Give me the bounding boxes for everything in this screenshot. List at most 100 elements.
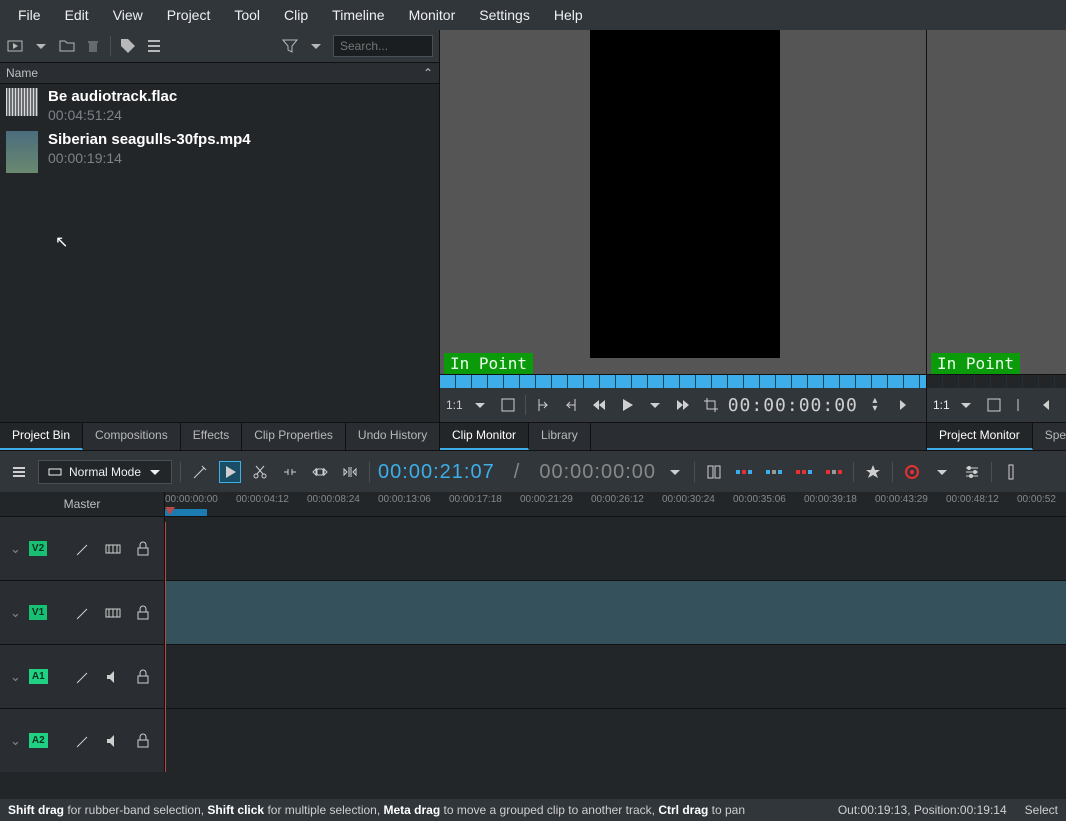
menu-timeline[interactable]: Timeline (320, 3, 396, 27)
effects-icon[interactable] (72, 730, 94, 752)
chevron-down-icon[interactable] (956, 394, 978, 416)
mute-icon[interactable] (102, 730, 124, 752)
lock-icon[interactable] (132, 730, 154, 752)
search-input[interactable] (333, 35, 433, 57)
bin-column-header[interactable]: Name ⌃ (0, 62, 439, 84)
chevron-down-icon[interactable] (32, 37, 50, 55)
track-menu-icon[interactable] (8, 461, 30, 483)
magic-wand-icon[interactable] (189, 461, 211, 483)
ripple-tool-icon[interactable] (339, 461, 361, 483)
rewind-icon[interactable] (588, 394, 610, 416)
tab-project-monitor[interactable]: Project Monitor (927, 423, 1033, 450)
monitor-ruler[interactable] (927, 374, 1066, 388)
chevron-down-icon[interactable] (469, 394, 491, 416)
playhead-marker[interactable] (165, 507, 175, 515)
lock-icon[interactable] (132, 602, 154, 624)
tab-effects[interactable]: Effects (181, 423, 242, 450)
chevron-down-icon[interactable] (664, 461, 686, 483)
bin-item[interactable]: Be audiotrack.flac 00:04:51:24 (0, 84, 439, 127)
lock-icon[interactable] (132, 538, 154, 560)
tab-clip-properties[interactable]: Clip Properties (242, 423, 346, 450)
razor-tool-icon[interactable] (249, 461, 271, 483)
monitor-ruler[interactable] (440, 374, 926, 388)
favorite-icon[interactable] (862, 461, 884, 483)
effects-icon[interactable] (72, 538, 94, 560)
set-in-icon[interactable] (532, 394, 554, 416)
lift-zone-icon[interactable] (823, 461, 845, 483)
crop-icon[interactable] (700, 394, 722, 416)
effects-icon[interactable] (72, 602, 94, 624)
menu-project[interactable]: Project (155, 3, 223, 27)
extract-zone-icon[interactable] (793, 461, 815, 483)
chevron-down-icon[interactable]: ⌄ (10, 669, 21, 685)
spacer-tool-icon[interactable] (279, 461, 301, 483)
chevron-down-icon[interactable]: ⌄ (10, 541, 21, 557)
set-out-icon[interactable] (560, 394, 582, 416)
edit-mode-dropdown[interactable]: Normal Mode (38, 460, 172, 484)
play-icon[interactable] (616, 394, 638, 416)
timeline-ruler[interactable]: 00:00:00:0000:00:04:1200:00:08:2400:00:1… (165, 492, 1066, 516)
slip-tool-icon[interactable] (309, 461, 331, 483)
filter-icon[interactable] (281, 37, 299, 55)
menu-view[interactable]: View (101, 3, 155, 27)
tag-icon[interactable] (119, 37, 137, 55)
track-lane[interactable] (165, 709, 1066, 772)
track-head[interactable]: ⌄ A2 (0, 709, 165, 772)
more-icon[interactable] (892, 394, 914, 416)
track-head[interactable]: ⌄ A1 (0, 645, 165, 708)
add-clip-icon[interactable] (6, 37, 24, 55)
chevron-down-icon[interactable] (307, 37, 325, 55)
hide-icon[interactable] (102, 602, 124, 624)
overwrite-zone-icon[interactable] (763, 461, 785, 483)
chevron-down-icon[interactable] (931, 461, 953, 483)
effects-icon[interactable] (72, 666, 94, 688)
tab-compositions[interactable]: Compositions (83, 423, 181, 450)
timeline-timecode[interactable]: 00:00:21:07 / 00:00:00:00 (378, 459, 656, 484)
preview-render-icon[interactable] (901, 461, 923, 483)
track-label[interactable]: V2 (29, 541, 47, 556)
tab-library[interactable]: Library (529, 423, 591, 450)
chevron-down-icon[interactable] (644, 394, 666, 416)
tab-clip-monitor[interactable]: Clip Monitor (440, 423, 529, 450)
menu-edit[interactable]: Edit (53, 3, 101, 27)
master-label[interactable]: Master (0, 492, 165, 516)
menu-tool[interactable]: Tool (222, 3, 272, 27)
lock-icon[interactable] (132, 666, 154, 688)
tab-project-bin[interactable]: Project Bin (0, 423, 83, 450)
chevron-down-icon[interactable]: ⌄ (10, 605, 21, 621)
clip-monitor-view[interactable]: In Point (440, 30, 926, 374)
menu-settings[interactable]: Settings (467, 3, 542, 27)
tc-spinner-icon[interactable]: ▴▾ (864, 394, 886, 416)
hide-icon[interactable] (102, 538, 124, 560)
insert-zone-icon[interactable] (733, 461, 755, 483)
audio-level-icon[interactable] (1000, 461, 1022, 483)
menu-clip[interactable]: Clip (272, 3, 320, 27)
tab-speech[interactable]: Speech E (1033, 423, 1066, 450)
track-label[interactable]: A2 (29, 733, 48, 748)
track-lane[interactable] (165, 645, 1066, 708)
select-tool-icon[interactable] (219, 461, 241, 483)
track-lane[interactable] (165, 581, 1066, 644)
forward-icon[interactable] (672, 394, 694, 416)
monitor-grid-icon[interactable] (497, 394, 519, 416)
monitor-timecode[interactable]: 00:00:00:00 (728, 395, 858, 416)
folder-icon[interactable] (58, 37, 76, 55)
track-lane[interactable] (165, 517, 1066, 580)
monitor-grid-icon[interactable] (983, 394, 1005, 416)
menu-icon[interactable] (145, 37, 163, 55)
menu-monitor[interactable]: Monitor (397, 3, 468, 27)
settings-sliders-icon[interactable] (961, 461, 983, 483)
track-head[interactable]: ⌄ V2 (0, 517, 165, 580)
chevron-down-icon[interactable]: ⌄ (10, 733, 21, 749)
monitor-zoom[interactable]: 1:1 (933, 398, 950, 412)
delete-icon[interactable] (84, 37, 102, 55)
menu-help[interactable]: Help (542, 3, 595, 27)
tab-undo-history[interactable]: Undo History (346, 423, 440, 450)
track-head[interactable]: ⌄ V1 (0, 581, 165, 644)
menu-file[interactable]: File (6, 3, 53, 27)
track-label[interactable]: A1 (29, 669, 48, 684)
bin-item[interactable]: Siberian seagulls-30fps.mp4 00:00:19:14 (0, 127, 439, 177)
rewind-icon[interactable] (1038, 394, 1060, 416)
track-label[interactable]: V1 (29, 605, 47, 620)
project-monitor-view[interactable]: In Point (927, 30, 1066, 374)
